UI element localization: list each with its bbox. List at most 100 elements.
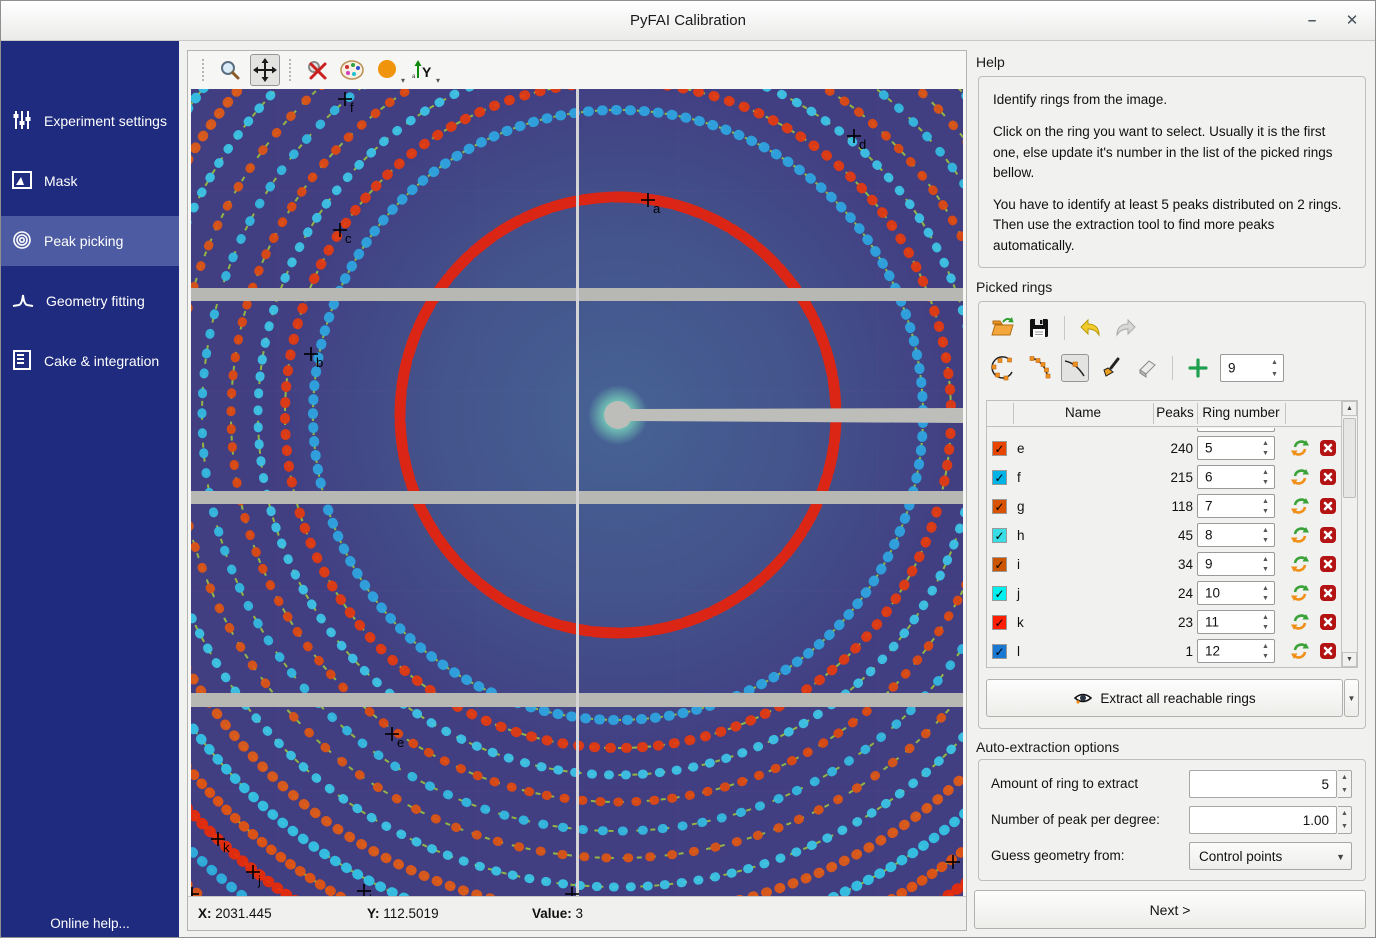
ring-visibility-checkbox[interactable]: ✓ — [992, 470, 1007, 485]
ring-visibility-checkbox[interactable]: ✓ — [992, 499, 1007, 514]
scrollbar-thumb[interactable] — [1343, 418, 1356, 498]
ring-visibility-checkbox[interactable]: ✓ — [992, 615, 1007, 630]
ring-number-spinbox[interactable]: 8▲▼ — [1197, 523, 1275, 547]
eraser-tool-icon[interactable] — [1133, 354, 1161, 382]
open-file-icon[interactable] — [989, 314, 1017, 342]
extract-options-dropdown[interactable]: ▼ — [1344, 679, 1359, 717]
spin-down-icon[interactable]: ▼ — [1262, 508, 1269, 515]
marker-color-icon[interactable]: ▾ — [372, 54, 402, 86]
spin-up-icon[interactable]: ▲ — [1262, 498, 1269, 505]
spin-down-icon[interactable]: ▼ — [1262, 566, 1269, 573]
ring-pick-tool-icon[interactable] — [989, 354, 1017, 382]
zoom-reset-icon[interactable] — [302, 54, 332, 86]
cursor-x-readout: X: 2031.445 — [198, 906, 272, 921]
spin-up-icon[interactable]: ▲ — [1262, 556, 1269, 563]
spin-up-icon[interactable]: ▲ — [1262, 643, 1269, 650]
ring-visibility-checkbox[interactable]: ✓ — [992, 441, 1007, 456]
refresh-ring-icon[interactable] — [1291, 555, 1309, 573]
spin-down-icon[interactable]: ▼ — [1341, 823, 1348, 830]
refresh-ring-icon[interactable] — [1291, 497, 1309, 515]
ring-visibility-checkbox[interactable]: ✓ — [992, 644, 1007, 659]
save-icon[interactable] — [1025, 314, 1053, 342]
spin-down-icon[interactable]: ▼ — [1262, 595, 1269, 602]
scroll-down-icon[interactable]: ▼ — [1342, 652, 1357, 667]
toolbar-grip[interactable] — [202, 59, 206, 81]
sidebar-item-geometry-fitting[interactable]: Geometry fitting — [1, 276, 179, 326]
close-button[interactable]: ✕ — [1341, 10, 1363, 32]
ring-visibility-checkbox[interactable]: ✓ — [992, 586, 1007, 601]
ring-visibility-checkbox[interactable]: ✓ — [992, 528, 1007, 543]
undo-icon[interactable] — [1076, 314, 1104, 342]
diffraction-image-canvas[interactable]: fdacbekjhl — [191, 89, 963, 896]
spin-up-icon[interactable]: ▲ — [1262, 527, 1269, 534]
spin-down-icon[interactable]: ▼ — [1262, 537, 1269, 544]
spin-up-icon[interactable]: ▲ — [1262, 585, 1269, 592]
point-pick-tool-icon[interactable] — [1061, 354, 1089, 382]
pan-icon[interactable] — [250, 54, 280, 86]
sidebar-item-mask[interactable]: Mask — [1, 156, 179, 206]
auto-extraction-row: Amount of ring to extract 5 ▲ ▼ — [991, 770, 1355, 798]
colormap-palette-icon[interactable] — [337, 54, 367, 86]
picked-rings-section-title: Picked rings — [976, 279, 1052, 295]
ring-number-spinbox[interactable]: 12▲▼ — [1197, 639, 1275, 663]
delete-ring-icon[interactable] — [1319, 439, 1337, 457]
spin-down-icon[interactable]: ▼ — [1262, 479, 1269, 486]
ring-number-spinbox[interactable]: 9▲▼ — [1197, 552, 1275, 576]
delete-ring-icon[interactable] — [1319, 555, 1337, 573]
add-ring-icon[interactable] — [1184, 354, 1212, 382]
table-scrollbar[interactable]: ▲ ▼ — [1341, 401, 1357, 667]
scroll-up-icon[interactable]: ▲ — [1342, 401, 1357, 416]
option-label: Amount of ring to extract — [991, 776, 1138, 791]
guess-geometry-combobox[interactable]: Control points▼ — [1189, 842, 1352, 870]
delete-ring-icon[interactable] — [1319, 526, 1337, 544]
redo-icon[interactable] — [1112, 314, 1140, 342]
ring-number-spinbox[interactable]: 5▲▼ — [1197, 436, 1275, 460]
refresh-ring-icon[interactable] — [1291, 468, 1309, 486]
refresh-ring-icon[interactable] — [1291, 584, 1309, 602]
ring-name: e — [1017, 441, 1025, 456]
spin-up-icon[interactable]: ▲ — [1262, 440, 1269, 447]
delete-ring-icon[interactable] — [1319, 497, 1337, 515]
spin-up-icon[interactable]: ▲ — [1341, 810, 1348, 817]
option-spinbox[interactable]: 1.00 — [1189, 806, 1337, 834]
refresh-ring-icon[interactable] — [1291, 439, 1309, 457]
minimize-button[interactable]: – — [1301, 10, 1323, 32]
delete-ring-icon[interactable] — [1319, 642, 1337, 660]
svg-text:b: b — [316, 355, 323, 370]
sidebar-item-cake-integration[interactable]: Cake & integration — [1, 336, 179, 386]
spin-down-icon[interactable]: ▼ — [1262, 450, 1269, 457]
ring-number-spinbox[interactable]: 11▲▼ — [1197, 610, 1275, 634]
toolbar-grip[interactable] — [289, 59, 293, 81]
refresh-ring-icon[interactable] — [1291, 526, 1309, 544]
arc-pick-tool-icon[interactable] — [1025, 354, 1053, 382]
delete-ring-icon[interactable] — [1319, 468, 1337, 486]
ring-visibility-checkbox[interactable]: ✓ — [992, 557, 1007, 572]
spin-up-icon[interactable]: ▲ — [1271, 359, 1278, 366]
spin-down-icon[interactable]: ▼ — [1341, 787, 1348, 794]
zoom-icon[interactable] — [215, 54, 245, 86]
refresh-ring-icon[interactable] — [1291, 642, 1309, 660]
next-button[interactable]: Next > — [974, 890, 1366, 929]
spin-up-icon[interactable]: ▲ — [1262, 469, 1269, 476]
spin-down-icon[interactable]: ▼ — [1271, 371, 1278, 378]
option-spinbox[interactable]: 5 — [1189, 770, 1337, 798]
delete-ring-icon[interactable] — [1319, 613, 1337, 631]
extract-rings-button[interactable]: Extract all reachable rings — [986, 679, 1343, 717]
spin-up-icon[interactable]: ▲ — [1262, 614, 1269, 621]
sidebar-item-peak-picking[interactable]: Peak picking — [1, 216, 179, 266]
spin-down-icon[interactable]: ▼ — [1262, 624, 1269, 631]
online-help-link[interactable]: Online help... — [1, 916, 179, 931]
ring-number-spinbox[interactable]: 10▲▼ — [1197, 581, 1275, 605]
spin-down-icon[interactable]: ▼ — [1262, 653, 1269, 660]
plot-status-bar: X: 2031.445 Y: 112.5019 Value: 3 — [188, 896, 966, 930]
refresh-ring-icon[interactable] — [1291, 613, 1309, 631]
delete-ring-icon[interactable] — [1319, 584, 1337, 602]
brush-tool-icon[interactable] — [1097, 354, 1125, 382]
ring-number-spinbox[interactable]: 6▲▼ — [1197, 465, 1275, 489]
spin-up-icon[interactable]: ▲ — [1341, 774, 1348, 781]
ring-number-selector-spinbox[interactable]: 9 ▲▼ — [1220, 354, 1284, 382]
y-axis-orientation-icon[interactable]: aY ▾ — [407, 54, 437, 86]
ring-number-spinbox[interactable]: 7▲▼ — [1197, 494, 1275, 518]
sidebar-item-experiment-settings[interactable]: Experiment settings — [1, 96, 179, 146]
sidebar-item-label: Geometry fitting — [46, 293, 145, 309]
